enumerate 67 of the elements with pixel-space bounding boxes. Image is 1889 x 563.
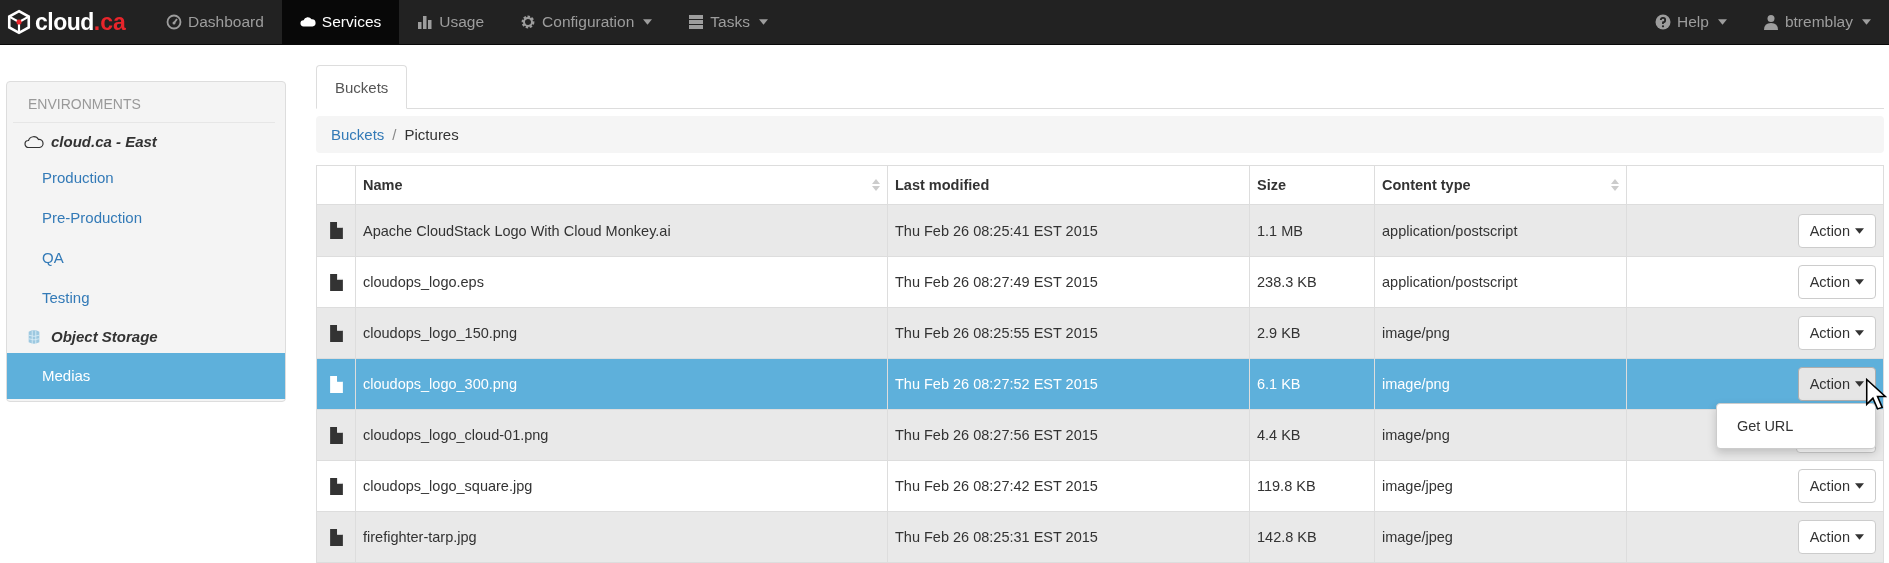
sort-icon [872, 178, 880, 192]
action-button[interactable]: Action [1797, 367, 1876, 401]
column-header[interactable]: Content type [1374, 166, 1626, 204]
column-header[interactable]: Name [355, 166, 887, 204]
column-header[interactable]: Size [1249, 166, 1374, 204]
user-icon [1762, 14, 1779, 30]
cube-icon [6, 9, 32, 35]
sort-icon [1611, 178, 1619, 192]
column-header[interactable]: Last modified [887, 166, 1249, 204]
breadcrumb-separator: / [392, 126, 397, 143]
table-row[interactable]: cloudops_logo_square.jpg Thu Feb 26 08:27:42 EST 2015 119.8 KB image/jpeg Action [317, 460, 1883, 511]
action-button[interactable]: Action [1797, 316, 1876, 350]
nav-menu[interactable]: Help [1637, 0, 1745, 44]
bar-chart-icon [417, 14, 434, 30]
gauge-icon [166, 14, 182, 30]
table-cell: firefighter-tarp.jpg [355, 512, 887, 562]
sidebar-item[interactable]: Testing [7, 278, 285, 318]
tab[interactable]: Buckets [316, 65, 408, 109]
caret-icon [1717, 19, 1727, 25]
action-button[interactable]: Action [1797, 520, 1876, 554]
caret-icon [1855, 534, 1864, 540]
sidebar-item[interactable]: QA [7, 238, 285, 278]
table-row[interactable]: cloudops_logo.eps Thu Feb 26 08:27:49 EST 2015 238.3 KB application/postscript Action [317, 256, 1883, 307]
breadcrumb-link[interactable]: Buckets [331, 126, 385, 143]
nav-tab[interactable]: Services [281, 0, 400, 44]
sidebar-group-label: cloud.ca - East [51, 133, 157, 150]
settings-icon [520, 14, 537, 30]
sidebar-group-label: Object Storage [51, 328, 158, 345]
cloud-icon [24, 133, 44, 150]
table-cell: image/jpeg [1374, 512, 1626, 562]
file-icon [329, 528, 343, 546]
file-icon [329, 273, 343, 291]
file-icon [329, 375, 343, 393]
caret-icon [1855, 227, 1864, 234]
sidebar-item[interactable]: Production [7, 158, 285, 198]
caret-icon [758, 19, 768, 25]
nav-tab[interactable]: Dashboard [148, 0, 282, 44]
nav-tab[interactable]: Usage [399, 0, 503, 44]
menu-item[interactable]: Get URL [1717, 409, 1875, 443]
file-icon [329, 324, 343, 342]
caret-icon [1855, 483, 1864, 489]
action-button[interactable]: Action [1797, 469, 1876, 503]
caret-icon [1862, 19, 1871, 25]
file-icon [329, 477, 343, 495]
table-row[interactable]: firefighter-tarp.jpg Thu Feb 26 08:25:31 EST 2015 142.8 KB image/jpeg Action [317, 511, 1883, 562]
breadcrumb-current: Pictures [404, 126, 459, 143]
caret-icon [643, 19, 653, 25]
brand-logo[interactable]: cloud.ca [0, 0, 148, 44]
table-row[interactable]: Apache CloudStack Logo With Cloud Monkey.ai Thu Feb 26 08:25:41 EST 2015 1.1 MB application/postscript Action [317, 205, 1883, 256]
help-icon [1655, 14, 1672, 30]
caret-icon [1855, 330, 1864, 336]
file-icon [329, 426, 343, 444]
nav-menu[interactable]: btremblay [1744, 0, 1889, 44]
server-icon [688, 14, 705, 30]
caret-icon [1855, 279, 1864, 285]
nav-tab[interactable]: Configuration [502, 0, 671, 44]
nav-tab[interactable]: Tasks [670, 0, 786, 44]
table-cell: 142.8 KB [1249, 512, 1374, 562]
sidebar-heading: ENVIRONMENTS [13, 82, 275, 123]
table-row[interactable]: cloudops_logo_150.png Thu Feb 26 08:25:55 EST 2015 2.9 KB image/png Action [317, 307, 1883, 358]
table-cell: Thu Feb 26 08:25:31 EST 2015 [887, 512, 1249, 562]
action-button[interactable]: Action [1797, 213, 1876, 248]
action-button[interactable]: Action [1797, 265, 1876, 299]
caret-icon [1855, 381, 1864, 387]
sidebar-item[interactable]: Pre-Production [7, 198, 285, 238]
table-row[interactable]: cloudops_logo_300.png Thu Feb 26 08:27:52 EST 2015 6.1 KB image/png Action [317, 358, 1883, 409]
file-icon [329, 222, 343, 239]
